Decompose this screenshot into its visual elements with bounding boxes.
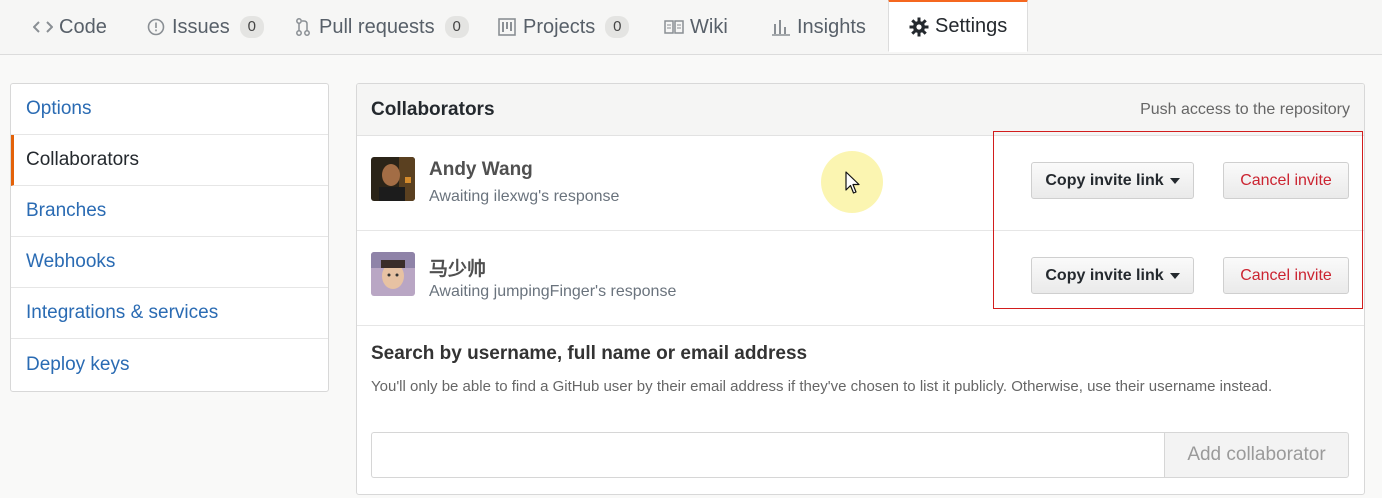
tab-insights[interactable]: Insights <box>771 0 866 54</box>
tab-label: Issues <box>172 15 230 38</box>
menu-item-deploy-keys[interactable]: Deploy keys <box>11 339 328 391</box>
project-icon <box>497 17 517 37</box>
menu-item-branches[interactable]: Branches <box>11 186 328 237</box>
add-collaborator-button[interactable]: Add collaborator <box>1164 432 1349 478</box>
menu-item-collaborators[interactable]: Collaborators <box>11 135 328 186</box>
tab-pull-requests[interactable]: Pull requests 0 <box>293 0 469 54</box>
collaborators-title: Collaborators <box>371 98 495 120</box>
tab-label: Pull requests <box>319 15 435 38</box>
tab-label: Insights <box>797 15 866 38</box>
pull-request-icon <box>293 17 313 37</box>
tab-wiki[interactable]: Wiki <box>664 0 728 54</box>
pull-requests-counter: 0 <box>444 16 469 38</box>
book-icon <box>664 17 684 37</box>
menu-item-integrations[interactable]: Integrations & services <box>11 288 328 339</box>
tab-issues[interactable]: Issues 0 <box>146 0 264 54</box>
menu-item-webhooks[interactable]: Webhooks <box>11 237 328 288</box>
code-icon <box>33 17 53 37</box>
tab-label: Code <box>59 15 107 38</box>
mouse-pointer-icon <box>845 171 861 200</box>
avatar <box>371 252 415 296</box>
issue-icon <box>146 17 166 37</box>
avatar <box>371 157 415 201</box>
collaborator-status: Awaiting ilexwg's response <box>429 188 620 205</box>
repo-tab-bar: Code Issues 0 Pull requests 0 Projects 0… <box>0 0 1382 55</box>
collaborator-name: Andy Wang <box>429 159 533 180</box>
collaborator-name: 马少帅 <box>429 259 487 280</box>
settings-menu: Options Collaborators Branches Webhooks … <box>10 83 329 392</box>
tab-code[interactable]: Code <box>33 0 107 54</box>
tab-settings[interactable]: Settings <box>888 0 1029 52</box>
tab-label: Settings <box>935 15 1008 37</box>
tab-label: Wiki <box>690 15 728 38</box>
collaborator-status: Awaiting jumpingFinger's response <box>429 283 677 300</box>
collaborators-header: Collaborators Push access to the reposit… <box>357 84 1364 136</box>
graph-icon <box>771 17 791 37</box>
menu-item-options[interactable]: Options <box>11 84 328 135</box>
issues-counter: 0 <box>239 16 264 38</box>
tab-label: Projects <box>523 15 596 38</box>
projects-counter: 0 <box>605 16 630 38</box>
annotation-highlight-box <box>993 131 1363 309</box>
search-title: Search by username, full name or email a… <box>371 343 808 364</box>
gear-icon <box>909 17 929 37</box>
collaborator-search-input[interactable] <box>371 432 1165 478</box>
collaborators-meta: Push access to the repository <box>1140 100 1350 118</box>
tab-projects[interactable]: Projects 0 <box>497 0 630 54</box>
search-help-text: You'll only be able to find a GitHub use… <box>371 378 1273 395</box>
